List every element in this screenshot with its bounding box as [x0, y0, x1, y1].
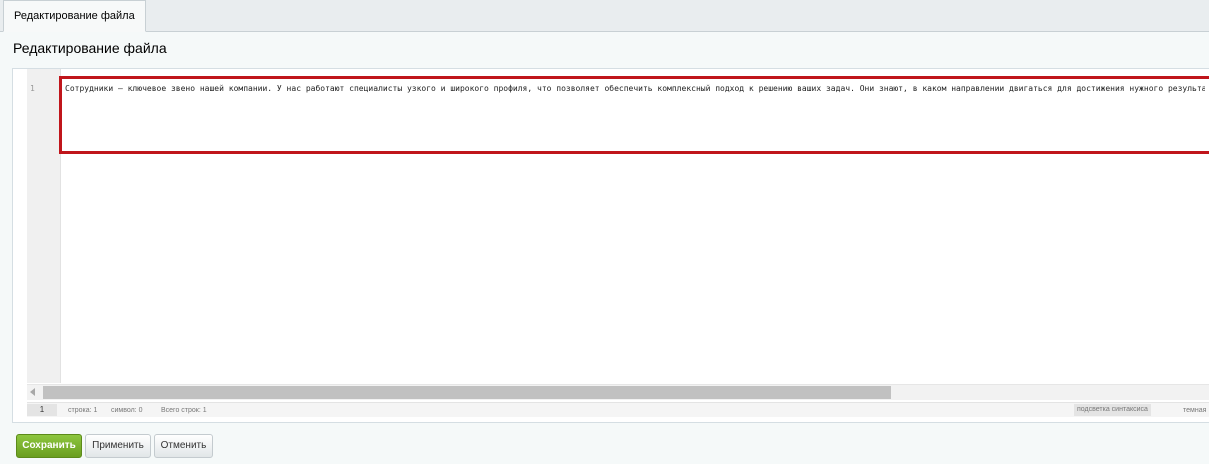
scrollbar-thumb[interactable]: [43, 386, 891, 399]
line-number-gutter: 1: [27, 69, 61, 383]
syntax-highlight-toggle[interactable]: подсветка синтаксиса: [1074, 404, 1151, 416]
current-line-badge: 1: [27, 404, 57, 416]
apply-button[interactable]: Применить: [85, 434, 151, 458]
save-button[interactable]: Сохранить: [16, 434, 82, 458]
row-indicator: строка: 1: [68, 407, 98, 414]
page-title: Редактирование файла: [13, 40, 167, 56]
code-editor[interactable]: 1 Сотрудники — ключевое звено нашей комп…: [12, 68, 1209, 423]
total-lines-indicator: Всего строк: 1: [161, 407, 207, 414]
tab-bar: Редактирование файла: [0, 0, 1209, 32]
theme-toggle[interactable]: темная: [1183, 403, 1206, 418]
cancel-button[interactable]: Отменить: [154, 434, 213, 458]
line-number: 1: [30, 84, 35, 93]
scroll-left-icon[interactable]: [30, 388, 35, 396]
editor-statusbar: 1 строка: 1 символ: 0 Всего строк: 1 под…: [27, 402, 1209, 417]
tab-edit-file[interactable]: Редактирование файла: [3, 0, 146, 32]
symbol-indicator: символ: 0: [111, 407, 143, 414]
highlight-box: [59, 76, 1209, 154]
edit-panel: Редактирование файла 1 Сотрудники — ключ…: [0, 32, 1209, 464]
horizontal-scrollbar[interactable]: [27, 384, 1209, 400]
